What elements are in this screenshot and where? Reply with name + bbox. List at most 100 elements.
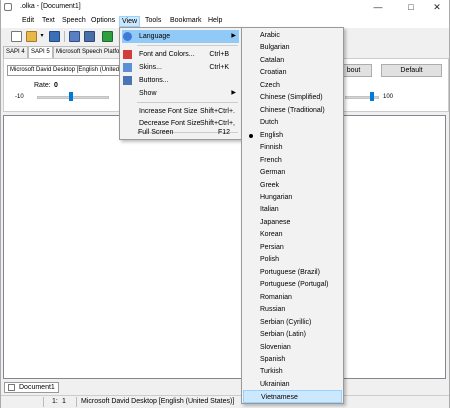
language-item[interactable]: English [243, 129, 342, 142]
language-item[interactable]: French [243, 154, 342, 167]
language-item[interactable]: German [243, 166, 342, 179]
language-item-label: Czech [260, 81, 280, 89]
document-tab[interactable]: Document1 [4, 382, 59, 393]
language-item-label: Chinese (Simplified) [260, 94, 323, 102]
rate-label: Rate: [34, 82, 51, 89]
language-item-label: Croatian [260, 69, 287, 77]
language-item-label: Dutch [260, 119, 279, 127]
default-button[interactable]: Default [381, 64, 442, 77]
menu-item-buttons[interactable]: Buttons... [122, 74, 239, 87]
language-item[interactable]: Dutch [243, 116, 342, 129]
language-item[interactable]: Bulgarian [243, 41, 342, 54]
menu-separator [137, 102, 238, 103]
language-item[interactable]: Hungarian [243, 191, 342, 204]
language-item-label: English [260, 131, 283, 139]
menu-item-font-colors[interactable]: Font and Colors... Ctrl+B [122, 48, 239, 61]
language-item[interactable]: Croatian [243, 66, 342, 79]
language-item[interactable]: Greek [243, 179, 342, 192]
language-item[interactable]: Russian [243, 303, 342, 316]
rate-slider-thumb[interactable] [69, 92, 73, 101]
language-item[interactable]: Korean [243, 228, 342, 241]
maximize-button[interactable]: □ [397, 0, 425, 14]
tab-sapi5[interactable]: SAPI 5 [28, 46, 53, 58]
dropdown-icon[interactable]: ▾ [39, 31, 45, 42]
paste-icon[interactable] [84, 31, 95, 42]
language-item[interactable]: Vietnamese [243, 390, 342, 404]
language-item[interactable]: Spanish [243, 353, 342, 366]
language-item[interactable]: Finnish [243, 141, 342, 154]
language-item[interactable]: Portuguese (Brazil) [243, 266, 342, 279]
language-item[interactable]: Turkish [243, 365, 342, 378]
language-item-label: Arabic [260, 32, 280, 39]
minimize-button[interactable]: — [364, 0, 392, 14]
voice-select[interactable]: Microsoft David Desktop [English (United [7, 65, 123, 76]
language-item[interactable]: Chinese (Simplified) [243, 91, 342, 104]
language-item[interactable]: Czech [243, 79, 342, 92]
menu-item-full-screen[interactable]: Full Screen F12 [121, 126, 240, 139]
language-item-label: French [260, 156, 282, 164]
language-item[interactable]: Romanian [243, 291, 342, 304]
app-icon [4, 3, 12, 11]
menu-speech[interactable]: Speech [60, 16, 88, 27]
copy-icon[interactable] [69, 31, 80, 42]
language-item-label: Finnish [260, 144, 283, 152]
window-title: .olka - [Document1] [20, 3, 81, 10]
tab-sapi4[interactable]: SAPI 4 [3, 46, 28, 58]
tab-speech-platform[interactable]: Microsoft Speech Platform [53, 46, 130, 58]
language-item[interactable]: Persian [243, 241, 342, 254]
language-item[interactable]: Chinese (Traditional) [243, 104, 342, 117]
language-item[interactable]: Portuguese (Portugal) [243, 278, 342, 291]
language-item-label: Portuguese (Portugal) [260, 281, 329, 289]
play-icon[interactable] [102, 31, 113, 42]
language-item-label: Hungarian [260, 193, 293, 201]
close-button[interactable]: ✕ [423, 0, 450, 14]
language-item[interactable]: Japanese [243, 216, 342, 229]
save-icon[interactable] [49, 31, 60, 42]
font-colors-icon [123, 50, 132, 59]
language-item-label: Romanian [260, 293, 292, 301]
text-editor[interactable] [3, 115, 446, 379]
language-item[interactable]: Ukrainian [243, 378, 342, 391]
status-bar: 1: 1 Microsoft David Desktop [English (U… [1, 395, 449, 408]
submenu-arrow-icon: ▶ [231, 90, 236, 96]
language-item-label: Slovenian [260, 343, 291, 351]
pitch-slider-thumb[interactable] [370, 92, 374, 101]
rate-slider-track[interactable] [37, 96, 109, 99]
language-item-label: Polish [260, 256, 280, 264]
language-item[interactable]: Polish [243, 253, 342, 266]
pitch-max-label: 100 [383, 94, 394, 100]
language-item-label: Turkish [260, 368, 283, 376]
language-item[interactable]: Catalan [243, 54, 342, 67]
language-item-label: Persian [260, 243, 284, 251]
menu-edit[interactable]: Edit [20, 16, 36, 27]
language-item[interactable]: Italian [243, 203, 342, 216]
skins-icon [123, 63, 132, 72]
app-window: .olka - [Document1] — □ ✕ Edit Text Spee… [0, 0, 450, 408]
language-item[interactable]: Serbian (Latin) [243, 328, 342, 341]
language-item[interactable]: Slovenian [243, 341, 342, 354]
language-item-label: Russian [260, 306, 286, 314]
document-icon [8, 384, 15, 391]
open-folder-icon[interactable] [26, 31, 37, 42]
language-item-label: Korean [260, 231, 283, 239]
menu-tools[interactable]: Tools [143, 16, 163, 27]
language-item-label: Spanish [260, 355, 286, 363]
menu-options[interactable]: Options [89, 16, 117, 27]
menu-item-language[interactable]: Language ▶ [122, 30, 239, 43]
menu-item-show[interactable]: Show ▶ [122, 87, 239, 100]
language-item-label: Chinese (Traditional) [260, 106, 325, 114]
language-submenu: Arabic Bulgarian Catalan Croatian Czech Chine… [241, 27, 344, 404]
menu-view[interactable]: View [119, 16, 141, 27]
new-document-icon[interactable] [11, 31, 22, 42]
language-item-label: Greek [260, 181, 280, 189]
rate-min-label: -10 [15, 94, 24, 100]
language-item[interactable]: Serbian (Cyrillic) [243, 316, 342, 329]
buttons-icon [123, 76, 132, 85]
document-tab-label: Document1 [19, 384, 55, 391]
menu-separator [137, 45, 238, 46]
language-item[interactable]: Arabic [243, 29, 342, 42]
menu-text[interactable]: Text [40, 16, 57, 27]
menu-bookmark[interactable]: Bookmark [168, 16, 204, 27]
menu-help[interactable]: Help [206, 16, 224, 27]
menu-item-skins[interactable]: Skins... Ctrl+K [122, 61, 239, 74]
